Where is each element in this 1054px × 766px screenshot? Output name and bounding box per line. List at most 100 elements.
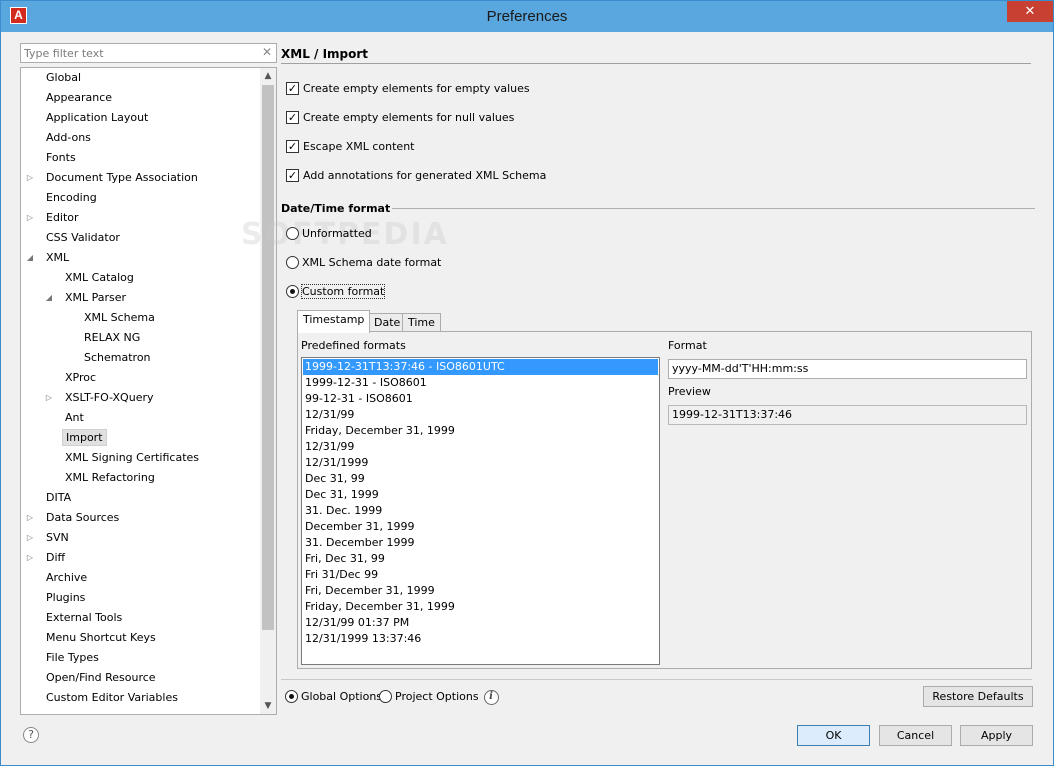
tree-item-label: Add-ons — [46, 131, 91, 144]
project-options-radio[interactable]: Project Options i — [379, 689, 499, 705]
datetime-format-radio[interactable]: Unformatted — [286, 226, 372, 242]
collapsed-arrow-icon[interactable]: ▷ — [25, 208, 35, 228]
tree-item[interactable]: External Tools — [43, 608, 125, 628]
list-item[interactable]: 12/31/99 — [303, 439, 658, 455]
close-button[interactable]: ✕ — [1007, 1, 1053, 22]
tab-date[interactable]: Date — [368, 313, 407, 332]
tree-item-label: Archive — [46, 571, 88, 584]
list-item[interactable]: Fri 31/Dec 99 — [303, 567, 658, 583]
collapsed-arrow-icon[interactable]: ▷ — [25, 548, 35, 568]
list-item[interactable]: December 31, 1999 — [303, 519, 658, 535]
cancel-button[interactable]: Cancel — [879, 725, 952, 746]
checkbox-label: Create empty elements for empty values — [303, 82, 530, 95]
tree-item[interactable]: XML Catalog — [62, 268, 137, 288]
tree-item[interactable]: RELAX NG — [81, 328, 143, 348]
tree-item[interactable]: ▷ Data Sources — [27, 508, 122, 528]
tree-item[interactable]: ▷ Editor — [27, 208, 82, 228]
collapsed-arrow-icon[interactable]: ▷ — [25, 508, 35, 528]
tree-item[interactable]: ▷ Document Type Association — [27, 168, 201, 188]
radio-indicator — [286, 226, 299, 240]
expanded-arrow-icon[interactable]: ◢ — [44, 288, 54, 308]
tree-item[interactable]: XML Refactoring — [62, 468, 158, 488]
tree-item[interactable]: Application Layout — [43, 108, 151, 128]
tree-item[interactable]: ◢ XML — [27, 248, 72, 268]
collapsed-arrow-icon[interactable]: ▷ — [25, 168, 35, 188]
global-options-radio[interactable]: Global Options — [285, 689, 382, 705]
tree-item[interactable]: Global — [43, 68, 84, 88]
predefined-formats-list[interactable]: 1999-12-31T13:37:46 - ISO8601UTC 1999-12-… — [301, 357, 660, 665]
restore-defaults-button[interactable]: Restore Defaults — [923, 686, 1033, 707]
apply-button[interactable]: Apply — [960, 725, 1033, 746]
list-item[interactable]: 99-12-31 - ISO8601 — [303, 391, 658, 407]
datetime-format-radio[interactable]: XML Schema date format — [286, 255, 441, 271]
scroll-down-icon[interactable]: ▼ — [260, 698, 276, 714]
tree-item-label: XML Schema — [84, 311, 155, 324]
tree-item[interactable]: DITA — [43, 488, 74, 508]
list-item[interactable]: 1999-12-31T13:37:46 - ISO8601UTC — [303, 359, 658, 375]
tree-item[interactable]: Menu Shortcut Keys — [43, 628, 159, 648]
page-title: XML / Import — [281, 47, 369, 61]
title-bar[interactable]: A Preferences ✕ — [1, 1, 1053, 32]
tree-item[interactable]: ◢ XML Parser — [46, 288, 129, 308]
scroll-up-icon[interactable]: ▲ — [260, 68, 276, 84]
checkbox-label: Add annotations for generated XML Schema — [303, 169, 547, 182]
tree-item[interactable]: Ant — [62, 408, 87, 428]
tree-item[interactable]: ▷ Diff — [27, 548, 68, 568]
tab-time[interactable]: Time — [402, 313, 441, 332]
list-item[interactable]: 31. December 1999 — [303, 535, 658, 551]
filter-field[interactable]: ✕ — [20, 43, 277, 63]
tree-item[interactable]: CSS Validator — [43, 228, 123, 248]
tree-item[interactable]: Archive — [43, 568, 90, 588]
list-item[interactable]: Dec 31, 99 — [303, 471, 658, 487]
tree-item[interactable]: XML Schema — [81, 308, 158, 328]
list-item[interactable]: 1999-12-31 - ISO8601 — [303, 375, 658, 391]
tree-item[interactable]: ▷ XSLT-FO-XQuery — [46, 388, 157, 408]
option-checkbox[interactable]: ✓ Escape XML content — [286, 139, 414, 155]
tree-scrollbar[interactable]: ▲ ▼ — [260, 68, 276, 714]
tree-item[interactable]: Plugins — [43, 588, 88, 608]
checkbox-label: Create empty elements for null values — [303, 111, 515, 124]
info-icon[interactable]: i — [483, 689, 499, 705]
list-item[interactable]: 31. Dec. 1999 — [303, 503, 658, 519]
tree-item[interactable]: Open/Find Resource — [43, 668, 159, 688]
option-checkbox[interactable]: ✓ Add annotations for generated XML Schem… — [286, 168, 546, 184]
tree-item[interactable]: XML Signing Certificates — [62, 448, 202, 468]
format-input[interactable]: yyyy-MM-dd'T'HH:mm:ss — [668, 359, 1027, 379]
list-item[interactable]: 12/31/99 01:37 PM — [303, 615, 658, 631]
option-checkbox[interactable]: ✓ Create empty elements for null values — [286, 110, 514, 126]
list-item[interactable]: Fri, December 31, 1999 — [303, 583, 658, 599]
radio-indicator — [286, 284, 299, 298]
tree-item[interactable]: File Types — [43, 648, 102, 668]
datetime-section-title: Date/Time format — [281, 202, 391, 215]
collapsed-arrow-icon[interactable]: ▷ — [44, 388, 54, 408]
scrollbar-thumb[interactable] — [262, 85, 274, 630]
tree-item[interactable]: Fonts — [43, 148, 79, 168]
help-icon[interactable]: ? — [23, 727, 39, 743]
tree-item[interactable]: Add-ons — [43, 128, 94, 148]
tree-item[interactable]: Import — [62, 428, 107, 448]
tree-item[interactable]: Custom Editor Variables — [43, 688, 181, 708]
list-item[interactable]: 12/31/99 — [303, 407, 658, 423]
format-label: Format — [668, 339, 707, 352]
option-checkbox[interactable]: ✓ Create empty elements for empty values — [286, 81, 530, 97]
preferences-window: A Preferences ✕ ✕ ▲ ▼ Global Appearance Ap… — [0, 0, 1054, 766]
tree-item[interactable]: ▷ SVN — [27, 528, 72, 548]
tree-item-label: Document Type Association — [46, 171, 198, 184]
tree-item[interactable]: Appearance — [43, 88, 115, 108]
tree-item[interactable]: Schematron — [81, 348, 154, 368]
datetime-format-radio[interactable]: Custom format — [286, 284, 386, 300]
filter-input[interactable] — [21, 44, 251, 62]
list-item[interactable]: 12/31/1999 — [303, 455, 658, 471]
tab-timestamp[interactable]: Timestamp — [297, 310, 371, 333]
list-item[interactable]: 12/31/1999 13:37:46 — [303, 631, 658, 647]
expanded-arrow-icon[interactable]: ◢ — [25, 248, 35, 268]
list-item[interactable]: Friday, December 31, 1999 — [303, 599, 658, 615]
clear-filter-icon[interactable]: ✕ — [262, 45, 272, 59]
list-item[interactable]: Fri, Dec 31, 99 — [303, 551, 658, 567]
tree-item[interactable]: XProc — [62, 368, 99, 388]
collapsed-arrow-icon[interactable]: ▷ — [25, 528, 35, 548]
list-item[interactable]: Friday, December 31, 1999 — [303, 423, 658, 439]
list-item[interactable]: Dec 31, 1999 — [303, 487, 658, 503]
ok-button[interactable]: OK — [797, 725, 870, 746]
tree-item[interactable]: Encoding — [43, 188, 100, 208]
